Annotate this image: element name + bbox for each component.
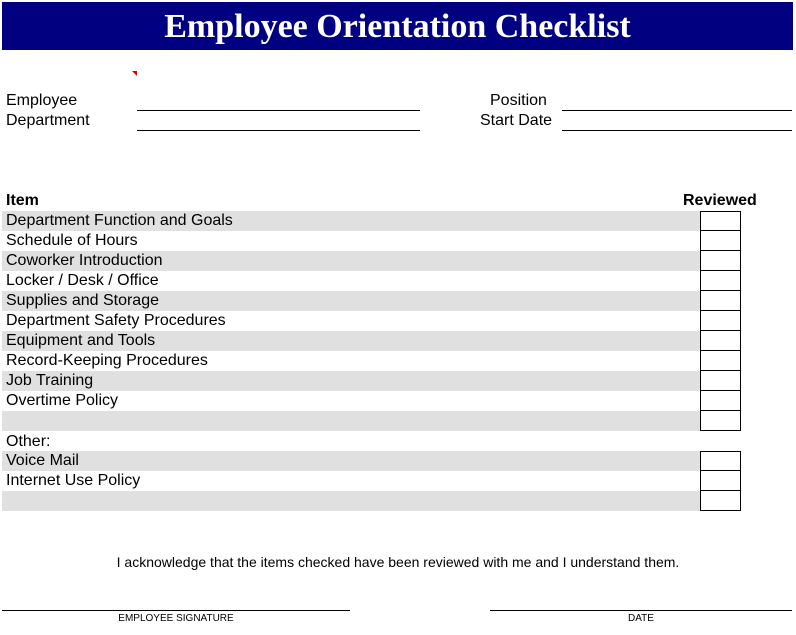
comment-indicator-icon[interactable] — [132, 71, 137, 76]
acknowledgement-text: I acknowledge that the items checked hav… — [116, 554, 680, 570]
checklist-row: Internet Use Policy — [2, 471, 700, 491]
checklist-item-label: Overtime Policy — [6, 392, 119, 409]
checklist-item-label: Job Training — [6, 372, 94, 389]
checklist-row: Locker / Desk / Office — [2, 271, 700, 291]
employee-signature-line[interactable] — [2, 610, 350, 611]
reviewed-checkbox[interactable] — [700, 390, 741, 411]
employee-field[interactable] — [137, 110, 420, 111]
reviewed-checkbox[interactable] — [700, 470, 741, 491]
checklist-row: Overtime Policy — [2, 391, 700, 411]
checklist-item-label: Locker / Desk / Office — [6, 272, 159, 289]
reviewed-checkbox[interactable] — [700, 230, 741, 251]
checklist-row: Record-Keeping Procedures — [2, 351, 700, 371]
reviewed-column-header: Reviewed — [683, 192, 757, 209]
title-banner: Employee Orientation Checklist — [2, 2, 793, 50]
checklist-item-label: Voice Mail — [6, 452, 79, 469]
checklist-item-label: Record-Keeping Procedures — [6, 352, 208, 369]
reviewed-checkbox[interactable] — [700, 310, 741, 331]
reviewed-checkbox[interactable] — [700, 211, 741, 232]
checklist-row: Department Function and Goals — [2, 211, 700, 231]
checklist-item-label: Supplies and Storage — [6, 292, 159, 309]
checklist-row — [2, 411, 700, 431]
date-signature-label: DATE — [628, 613, 654, 624]
checklist-row: Coworker Introduction — [2, 251, 700, 271]
checklist-row: Schedule of Hours — [2, 231, 700, 251]
checklist-item-label: Department Safety Procedures — [6, 312, 226, 329]
reviewed-checkbox[interactable] — [700, 290, 741, 311]
reviewed-checkbox[interactable] — [700, 330, 741, 351]
checklist-row — [2, 491, 700, 511]
date-signature-line[interactable] — [490, 610, 792, 611]
checklist-row: Department Safety Procedures — [2, 311, 700, 331]
item-column-header: Item — [6, 192, 39, 209]
position-label: Position — [490, 92, 547, 109]
checklist-item-label: Coworker Introduction — [6, 252, 163, 269]
position-field[interactable] — [562, 110, 792, 111]
employee-label: Employee — [6, 92, 78, 109]
checklist-item-label: Department Function and Goals — [6, 212, 233, 229]
start-date-label: Start Date — [480, 112, 553, 129]
reviewed-checkbox[interactable] — [700, 490, 741, 511]
other-label: Other: — [6, 433, 51, 450]
department-field[interactable] — [137, 130, 420, 131]
reviewed-checkbox[interactable] — [700, 410, 741, 431]
checklist-row: Voice Mail — [2, 451, 700, 471]
page-title: Employee Orientation Checklist — [164, 8, 631, 45]
reviewed-checkbox[interactable] — [700, 350, 741, 371]
employee-signature-label: EMPLOYEE SIGNATURE — [118, 613, 234, 624]
reviewed-checkbox[interactable] — [700, 250, 741, 271]
checklist-row: Equipment and Tools — [2, 331, 700, 351]
reviewed-checkbox[interactable] — [700, 270, 741, 291]
checklist-item-label: Internet Use Policy — [6, 472, 141, 489]
checklist-item-label: Equipment and Tools — [6, 332, 156, 349]
checklist-row: Job Training — [2, 371, 700, 391]
department-label: Department — [6, 112, 90, 129]
reviewed-checkbox[interactable] — [700, 370, 741, 391]
reviewed-checkbox[interactable] — [700, 451, 741, 472]
checklist-row: Supplies and Storage — [2, 291, 700, 311]
start-date-field[interactable] — [562, 130, 792, 131]
checklist-item-label: Schedule of Hours — [6, 232, 138, 249]
